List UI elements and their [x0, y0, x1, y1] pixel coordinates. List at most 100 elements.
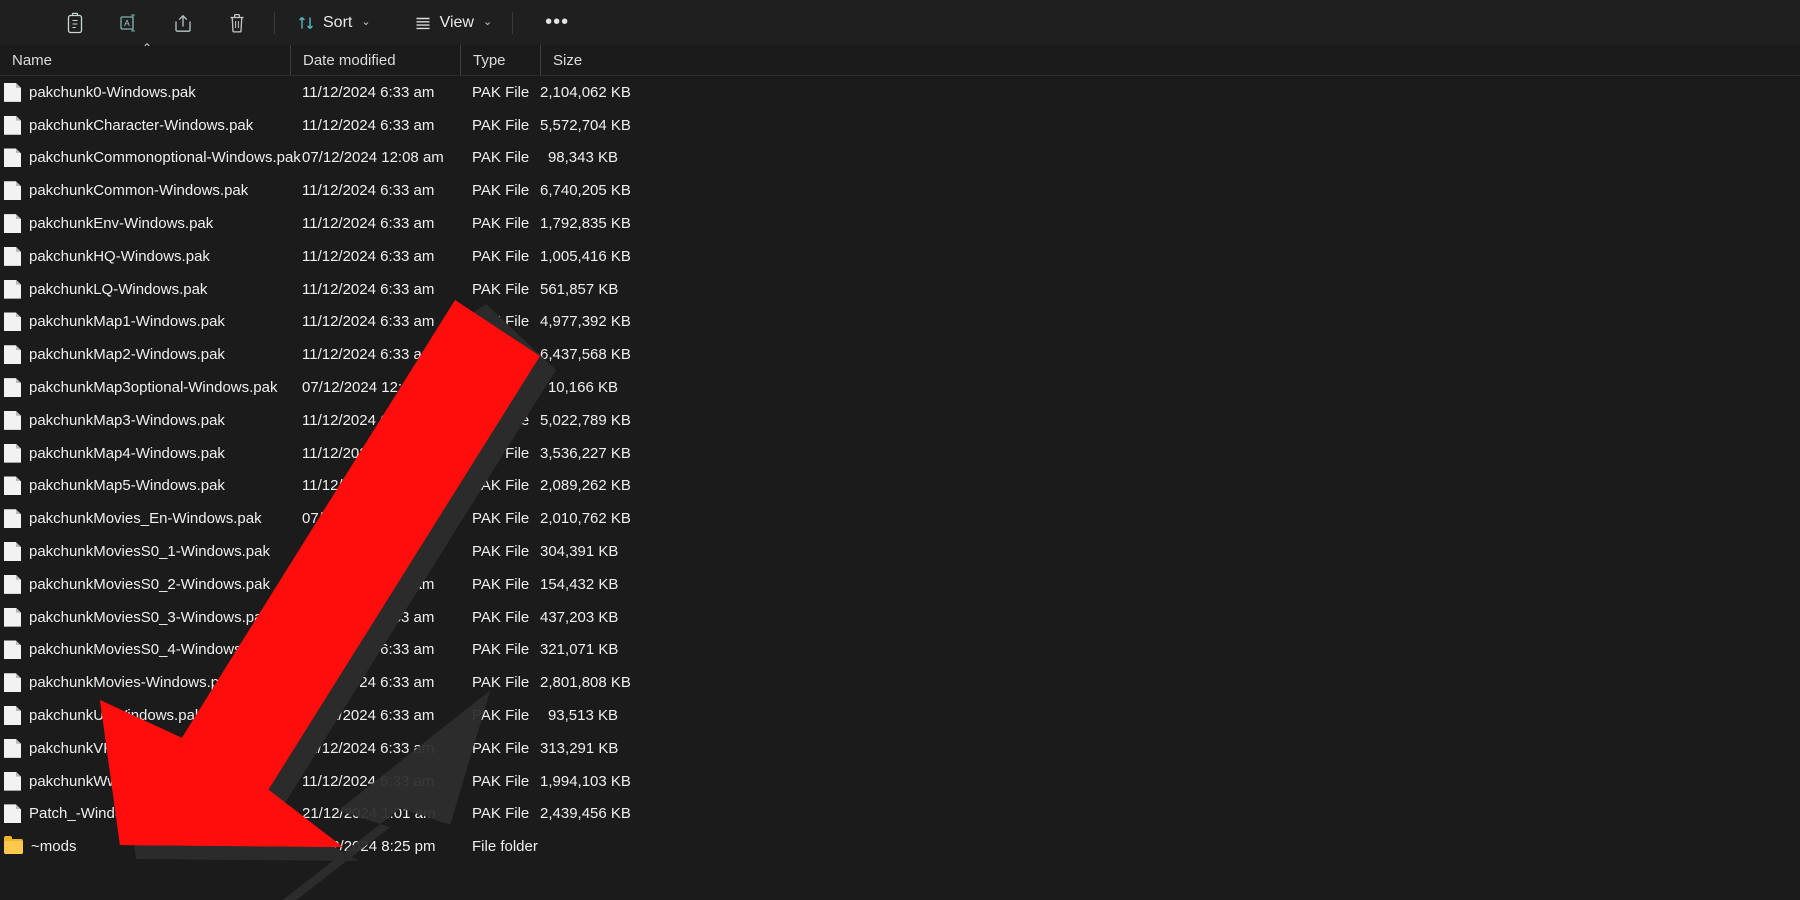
file-row[interactable]: pakchunkMap3optional-Windows.pak 07/12/20… [0, 371, 1800, 404]
file-row[interactable]: pakchunkMoviesS0_3-Windows.pak11/12/2024… [0, 601, 1800, 634]
file-size-cell: 313,291 KB [540, 740, 630, 757]
file-row[interactable]: pakchunkWw-Windows.pak11/12/2024 6:33 am… [0, 765, 1800, 798]
file-type-cell: PAK File [460, 477, 540, 494]
file-type-cell: PAK File [460, 313, 540, 330]
paste-button[interactable] [52, 5, 98, 41]
file-row[interactable]: pakchunkLQ-Windows.pak11/12/2024 6:33 am… [0, 273, 1800, 306]
column-header-type-label: Type [461, 52, 506, 69]
file-name-cell[interactable]: pakchunk0-Windows.pak [0, 83, 290, 102]
rename-button[interactable]: A [106, 5, 152, 41]
file-name-cell[interactable]: pakchunkMap3optional-Windows.pak [0, 378, 290, 397]
sort-button[interactable]: Sort ⌄ [287, 6, 381, 40]
file-row[interactable]: Patch_-Windows.pak21/12/2024 1:01 amPAK … [0, 798, 1800, 831]
file-row[interactable]: ~mods30/12/2024 8:25 pmFile folder [0, 830, 1800, 863]
file-type-cell: PAK File [460, 609, 540, 626]
file-row[interactable]: pakchunkMap5-Windows.pak11/12/2024 6:33 … [0, 470, 1800, 503]
file-type-cell: PAK File [460, 707, 540, 724]
file-type-cell: PAK File [460, 576, 540, 593]
file-date-cell: 11/12/2024 6:33 am [290, 346, 460, 363]
file-icon [4, 772, 21, 791]
file-name-cell[interactable]: pakchunkLQ-Windows.pak [0, 280, 290, 299]
file-icon [4, 575, 21, 594]
file-name-cell[interactable]: ~mods [0, 838, 290, 855]
file-name-cell[interactable]: pakchunkCharacter-Windows.pak [0, 116, 290, 135]
file-name-cell[interactable]: pakchunkMoviesS0_1-Windows.pak [0, 542, 290, 561]
file-row[interactable]: pakchunkMap1-Windows.pak11/12/2024 6:33 … [0, 306, 1800, 339]
share-icon [172, 12, 194, 34]
file-date-cell: 07/12/2024 12:08 am [290, 379, 460, 396]
file-name-cell[interactable]: pakchunkMoviesS0_4-Windows.pak [0, 640, 290, 659]
file-list: pakchunk0-Windows.pak11/12/2024 6:33 amP… [0, 76, 1800, 863]
file-name-cell[interactable]: pakchunkMovies_En-Windows.pak [0, 509, 290, 528]
file-name-cell[interactable]: pakchunkVFX-Windows.pak [0, 739, 290, 758]
file-row[interactable]: pakchunkCharacter-Windows.pak 11/12/2024 … [0, 109, 1800, 142]
delete-icon [227, 12, 247, 34]
file-row[interactable]: pakchunk0-Windows.pak11/12/2024 6:33 amP… [0, 76, 1800, 109]
file-row[interactable]: pakchunkMap3-Windows.pak11/12/2024 6:33 … [0, 404, 1800, 437]
file-type-cell: PAK File [460, 543, 540, 560]
file-name-cell[interactable]: pakchunkMoviesS0_3-Windows.pak [0, 608, 290, 627]
file-icon [4, 83, 21, 102]
column-header-date-modified[interactable]: Date modified [290, 45, 460, 75]
file-row[interactable]: pakchunkCommon-Windows.pak11/12/2024 6:3… [0, 174, 1800, 207]
delete-button[interactable] [214, 5, 260, 41]
file-row[interactable]: pakchunkMovies_En-Windows.pak07/12/2024 … [0, 502, 1800, 535]
column-header-name[interactable]: Name ⌃ [0, 45, 290, 75]
view-button[interactable]: View ⌄ [404, 6, 503, 40]
file-name-cell[interactable]: Patch_-Windows.pak [0, 804, 290, 823]
file-row[interactable]: pakchunkMoviesS0_2-Windows.pak11/12/2024… [0, 568, 1800, 601]
file-icon [4, 312, 21, 331]
file-row[interactable]: pakchunkMoviesS0_4-Windows.pak11/12/2024… [0, 634, 1800, 667]
toolbar-divider-3 [512, 12, 513, 34]
file-name-cell[interactable]: pakchunkMap1-Windows.pak [0, 312, 290, 331]
file-icon [4, 608, 21, 627]
file-row[interactable]: pakchunkMap2-Windows.pak11/12/2024 6:33 … [0, 338, 1800, 371]
share-button[interactable] [160, 5, 206, 41]
file-icon [4, 181, 21, 200]
file-date-cell: 30/12/2024 8:25 pm [290, 838, 460, 855]
file-name-cell[interactable]: pakchunkMap4-Windows.pak [0, 444, 290, 463]
file-date-cell: 11/12/2024 6:33 am [290, 445, 460, 462]
column-header-size[interactable]: Size [540, 45, 630, 75]
file-name-cell[interactable]: pakchunkCommonoptional-Windows.pak [0, 148, 290, 167]
column-header-row: Name ⌃ Date modified Type Size [0, 45, 1800, 76]
file-name-label: pakchunkMoviesS0_2-Windows.pak [21, 576, 270, 593]
file-name-label: pakchunkMoviesS0_3-Windows.pak [21, 609, 270, 626]
file-type-cell: PAK File [460, 805, 540, 822]
chevron-down-icon: ⌄ [483, 17, 492, 28]
file-name-cell[interactable]: pakchunkMap5-Windows.pak [0, 476, 290, 495]
file-size-cell: 2,010,762 KB [540, 510, 630, 527]
column-header-type[interactable]: Type [460, 45, 540, 75]
file-name-cell[interactable]: pakchunkHQ-Windows.pak [0, 247, 290, 266]
file-name-cell[interactable]: pakchunkUI-Windows.pak [0, 706, 290, 725]
file-name-cell[interactable]: pakchunkCommon-Windows.pak [0, 181, 290, 200]
file-name-label: pakchunkLQ-Windows.pak [21, 281, 207, 298]
file-name-cell[interactable]: pakchunkEnv-Windows.pak [0, 214, 290, 233]
file-row[interactable]: pakchunkMovies-Windows.pak11/12/2024 6:3… [0, 666, 1800, 699]
file-size-cell: 6,740,205 KB [540, 182, 630, 199]
chevron-down-icon: ⌄ [361, 17, 370, 28]
file-type-cell: PAK File [460, 674, 540, 691]
more-options-button[interactable]: ••• [535, 6, 579, 40]
file-name-cell[interactable]: pakchunkMap3-Windows.pak [0, 411, 290, 430]
file-icon [4, 542, 21, 561]
file-row[interactable]: pakchunkEnv-Windows.pak11/12/2024 6:33 a… [0, 207, 1800, 240]
file-name-label: pakchunkMap3optional-Windows.pak [21, 379, 277, 396]
file-date-cell: 11/12/2024 6:33 am [290, 117, 460, 134]
file-name-cell[interactable]: pakchunkWw-Windows.pak [0, 772, 290, 791]
file-row[interactable]: pakchunkHQ-Windows.pak11/12/2024 6:33 am… [0, 240, 1800, 273]
file-size-cell: 154,432 KB [540, 576, 630, 593]
file-name-cell[interactable]: pakchunkMap2-Windows.pak [0, 345, 290, 364]
file-row[interactable]: pakchunkMap4-Windows.pak11/12/2024 6:33 … [0, 437, 1800, 470]
file-row[interactable]: pakchunkMoviesS0_1-Windows.pak11/12/2024… [0, 535, 1800, 568]
sort-label: Sort [323, 14, 352, 32]
file-name-label: pakchunkWw-Windows.pak [21, 773, 212, 790]
file-name-label: pakchunkCharacter-Windows.pak [21, 117, 253, 134]
file-row[interactable]: pakchunkVFX-Windows.pak11/12/2024 6:33 a… [0, 732, 1800, 765]
file-icon [4, 345, 21, 364]
file-row[interactable]: pakchunkCommonoptional-Windows.pak07/12/… [0, 142, 1800, 175]
file-row[interactable]: pakchunkUI-Windows.pak11/12/2024 6:33 am… [0, 699, 1800, 732]
file-name-cell[interactable]: pakchunkMovies-Windows.pak [0, 673, 290, 692]
file-name-cell[interactable]: pakchunkMoviesS0_2-Windows.pak [0, 575, 290, 594]
file-date-cell: 07/12/2024 12:08 am [290, 149, 460, 166]
